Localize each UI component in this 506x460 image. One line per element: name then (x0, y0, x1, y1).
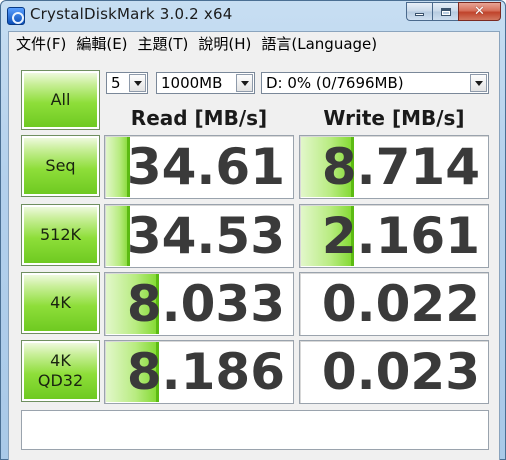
menu-theme[interactable]: 主題(T) (133, 32, 194, 56)
minimize-button[interactable] (406, 2, 432, 21)
4k-write-value: 0.022 (321, 275, 480, 333)
app-window: CrystalDiskMark 3.0.2 x64 ✕ 文件(F) 編輯(E) … (0, 0, 506, 460)
4k-read-value: 8.033 (126, 275, 285, 333)
4k-qd32-write-value: 0.023 (321, 343, 480, 401)
4k-qd32-read-result: 8.186 (104, 340, 294, 404)
chevron-down-icon[interactable] (470, 74, 487, 92)
512k-write-value: 2.161 (321, 207, 480, 265)
chevron-down-icon[interactable] (129, 74, 146, 92)
all-button[interactable]: All (21, 70, 100, 130)
seq-button[interactable]: Seq (21, 135, 100, 197)
512k-button[interactable]: 512K (21, 204, 100, 266)
4k-read-result: 8.033 (104, 272, 294, 336)
menu-language[interactable]: 語言(Language) (256, 32, 382, 56)
4k-button[interactable]: 4K (21, 272, 100, 334)
caption-buttons: ✕ (406, 2, 501, 21)
client-area: 文件(F) 編輯(E) 主題(T) 說明(H) 語言(Language) All… (8, 31, 500, 460)
read-header: Read [MB/s] (130, 106, 268, 130)
maximize-icon (440, 7, 451, 16)
seq-read-value: 34.61 (126, 138, 285, 196)
4k-write-result: 0.022 (299, 272, 489, 336)
app-icon[interactable] (7, 7, 25, 25)
title-bar[interactable]: CrystalDiskMark 3.0.2 x64 ✕ (1, 1, 505, 31)
maximize-button[interactable] (432, 2, 458, 21)
seq-write-value: 8.714 (321, 138, 480, 196)
comment-input[interactable] (21, 410, 489, 450)
512k-read-result: 34.53 (104, 204, 294, 268)
4k-qd32-write-result: 0.023 (299, 340, 489, 404)
menu-file[interactable]: 文件(F) (11, 32, 71, 56)
window-title: CrystalDiskMark 3.0.2 x64 (30, 5, 233, 23)
chevron-down-icon[interactable] (236, 74, 253, 92)
seq-read-result: 34.61 (104, 135, 294, 199)
size-value: 1000MB (161, 74, 223, 92)
runs-select[interactable]: 5 (106, 72, 148, 94)
512k-read-value: 34.53 (126, 207, 285, 265)
runs-value: 5 (111, 74, 121, 92)
menu-bar: 文件(F) 編輯(E) 主題(T) 說明(H) 語言(Language) (9, 32, 499, 56)
write-header: Write [MB/s] (323, 106, 465, 130)
menu-edit[interactable]: 編輯(E) (71, 32, 132, 56)
size-select[interactable]: 1000MB (156, 72, 255, 94)
seq-write-result: 8.714 (299, 135, 489, 199)
4k-qd32-button[interactable]: 4K QD32 (21, 340, 100, 402)
close-icon: ✕ (474, 4, 485, 19)
drive-value: D: 0% (0/7696MB) (266, 74, 404, 92)
minimize-icon (415, 13, 424, 16)
512k-write-result: 2.161 (299, 204, 489, 268)
4k-qd32-read-value: 8.186 (126, 343, 285, 401)
menu-help[interactable]: 說明(H) (193, 32, 256, 56)
drive-select[interactable]: D: 0% (0/7696MB) (261, 72, 489, 94)
close-button[interactable]: ✕ (458, 2, 501, 21)
